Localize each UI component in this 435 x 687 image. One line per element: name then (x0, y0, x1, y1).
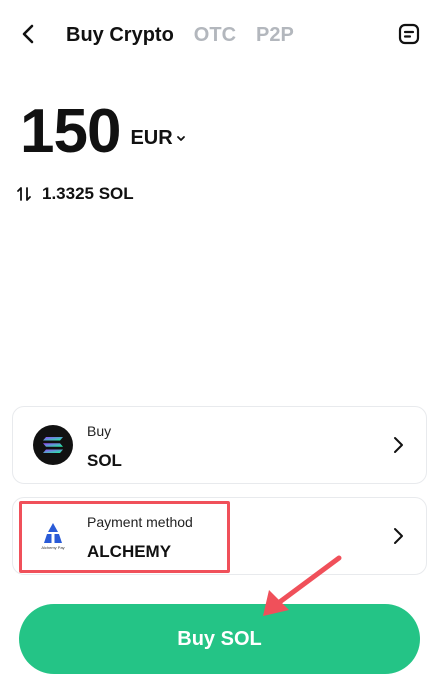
buy-asset-selector[interactable]: Buy SOL (12, 406, 427, 484)
buy-label: Buy (87, 423, 112, 439)
header: Buy Crypto OTC P2P (0, 0, 435, 70)
alchemy-pay-logo-icon: Alchemy Pay (33, 516, 73, 556)
chevron-right-icon (394, 528, 403, 544)
tab-p2p[interactable]: P2P (256, 24, 294, 47)
chevron-right-icon (394, 437, 403, 453)
amount-row: 150 EUR (20, 96, 186, 167)
currency-label: EUR (130, 127, 173, 149)
tab-otc[interactable]: OTC (194, 24, 236, 47)
buy-sol-button[interactable]: Buy SOL (19, 604, 420, 674)
amount-value[interactable]: 150 (20, 96, 121, 167)
solana-logo-icon (33, 425, 73, 465)
payment-method-label: Payment method (87, 514, 193, 530)
chevron-left-icon (22, 24, 34, 44)
order-list-icon (398, 23, 420, 45)
conversion-row: 1.3325 SOL (16, 184, 134, 204)
tab-bar: Buy Crypto OTC P2P (66, 24, 294, 47)
back-button[interactable] (14, 20, 42, 48)
currency-selector[interactable]: EUR (130, 127, 185, 150)
buy-asset-value: SOL (87, 451, 122, 470)
alchemy-logo-caption: Alchemy Pay (41, 545, 65, 550)
chevron-down-icon (176, 135, 185, 141)
tab-buy-crypto[interactable]: Buy Crypto (66, 24, 174, 47)
payment-method-selector[interactable]: Alchemy Pay Payment method ALCHEMY (12, 497, 427, 575)
conversion-amount: 1.3325 SOL (42, 184, 134, 203)
swap-icon[interactable] (16, 185, 34, 203)
payment-method-value: ALCHEMY (87, 542, 172, 561)
orders-button[interactable] (395, 20, 423, 48)
buy-button-label: Buy SOL (177, 627, 262, 650)
